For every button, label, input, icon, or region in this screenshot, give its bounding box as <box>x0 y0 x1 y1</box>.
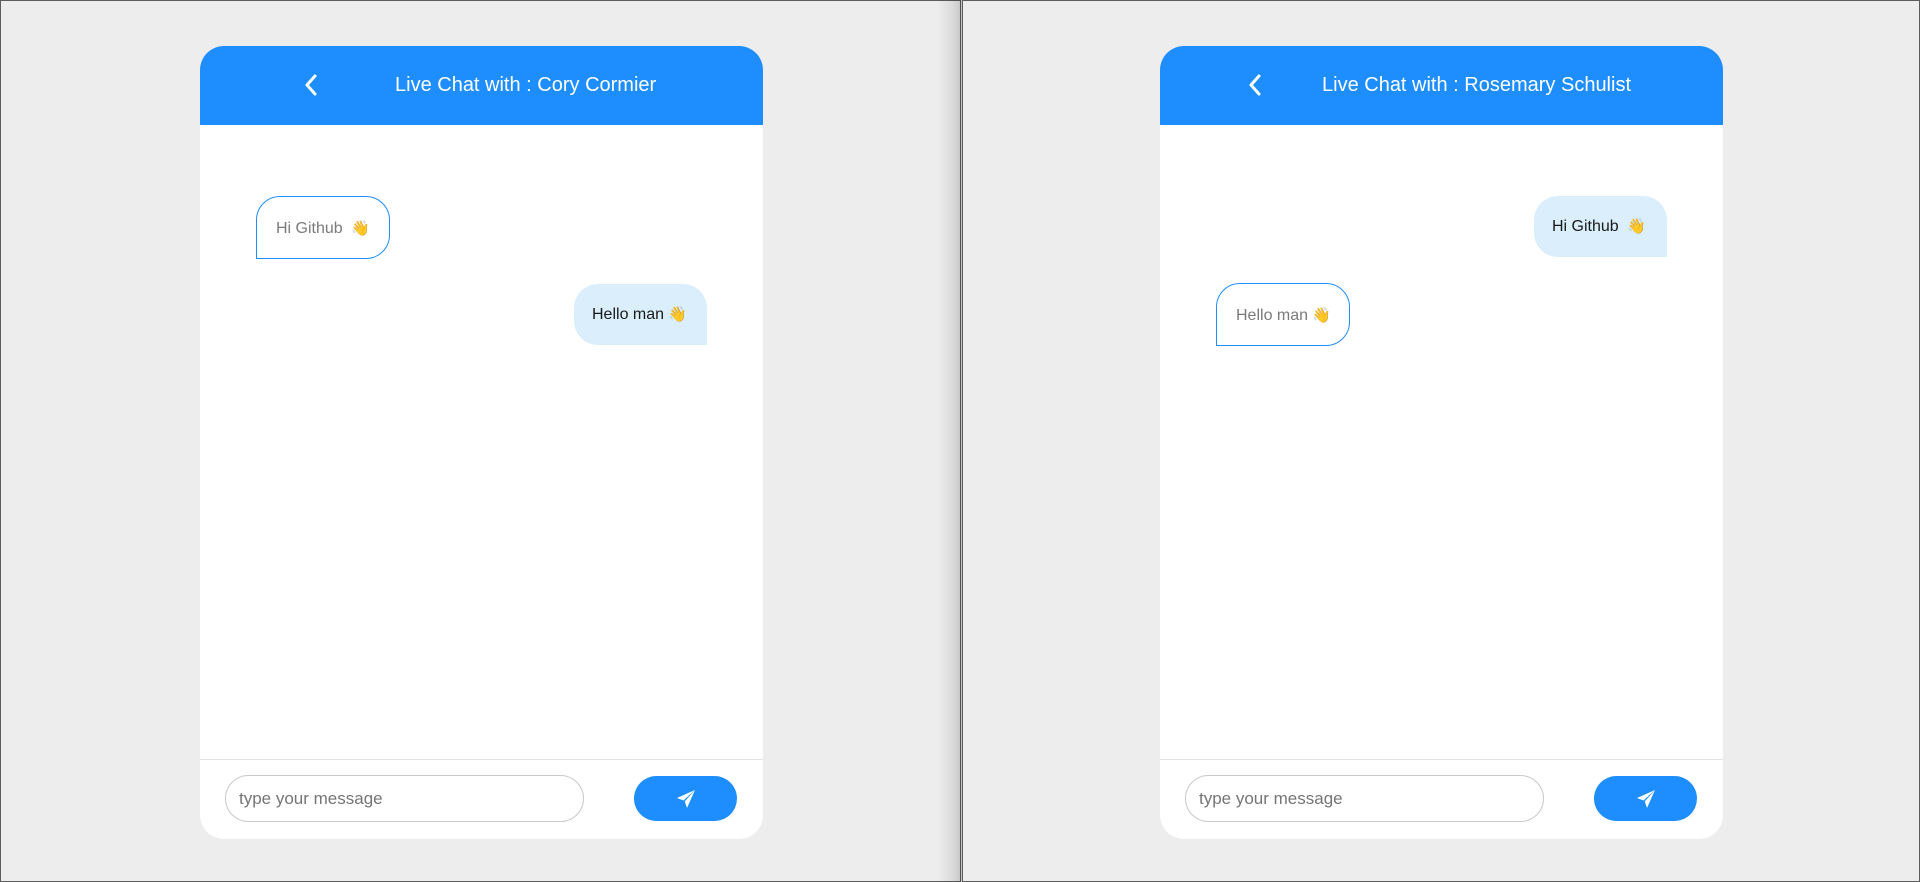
paper-plane-icon <box>1636 789 1655 808</box>
message-bubble-sent: Hello man 👋 <box>574 284 707 345</box>
message-composer <box>1160 759 1723 839</box>
chat-title: Live Chat with : Rosemary Schulist <box>1322 74 1632 96</box>
waving-hand-icon: 👋 <box>1312 307 1331 324</box>
message-text: Hi Github <box>276 220 343 237</box>
app-screen: Live Chat with : Cory Cormier Hi Github … <box>0 0 1920 882</box>
message-bubble-sent: Hi Github 👋 <box>1534 196 1667 257</box>
waving-hand-icon: 👋 <box>1627 218 1646 235</box>
message-input[interactable] <box>225 775 584 822</box>
message-text: Hello man <box>592 306 665 323</box>
chat-header: Live Chat with : Rosemary Schulist <box>1160 46 1723 125</box>
waving-hand-icon: 👋 <box>351 220 370 237</box>
message-bubble-received: Hi Github 👋 <box>256 196 390 259</box>
back-button[interactable] <box>294 68 328 102</box>
chat-header: Live Chat with : Cory Cormier <box>200 46 763 125</box>
chat-card: Live Chat with : Rosemary Schulist Hi Gi… <box>1160 46 1723 839</box>
chevron-left-icon <box>305 74 317 96</box>
send-button[interactable] <box>1594 776 1697 821</box>
message-list: Hi Github 👋 Hello man 👋 <box>1160 125 1723 759</box>
message-list: Hi Github 👋 Hello man 👋 <box>200 125 763 759</box>
paper-plane-icon <box>676 789 695 808</box>
chat-card: Live Chat with : Cory Cormier Hi Github … <box>200 46 763 839</box>
message-composer <box>200 759 763 839</box>
send-button[interactable] <box>634 776 737 821</box>
chat-window-right: Live Chat with : Rosemary Schulist Hi Gi… <box>962 0 1920 882</box>
back-button[interactable] <box>1238 68 1272 102</box>
message-text: Hello man <box>1236 307 1309 324</box>
waving-hand-icon: 👋 <box>668 306 687 323</box>
chevron-left-icon <box>1249 74 1261 96</box>
chat-title: Live Chat with : Cory Cormier <box>395 74 657 96</box>
message-bubble-received: Hello man 👋 <box>1216 283 1350 346</box>
chat-window-left: Live Chat with : Cory Cormier Hi Github … <box>0 0 961 882</box>
message-input[interactable] <box>1185 775 1544 822</box>
message-text: Hi Github <box>1552 218 1619 235</box>
